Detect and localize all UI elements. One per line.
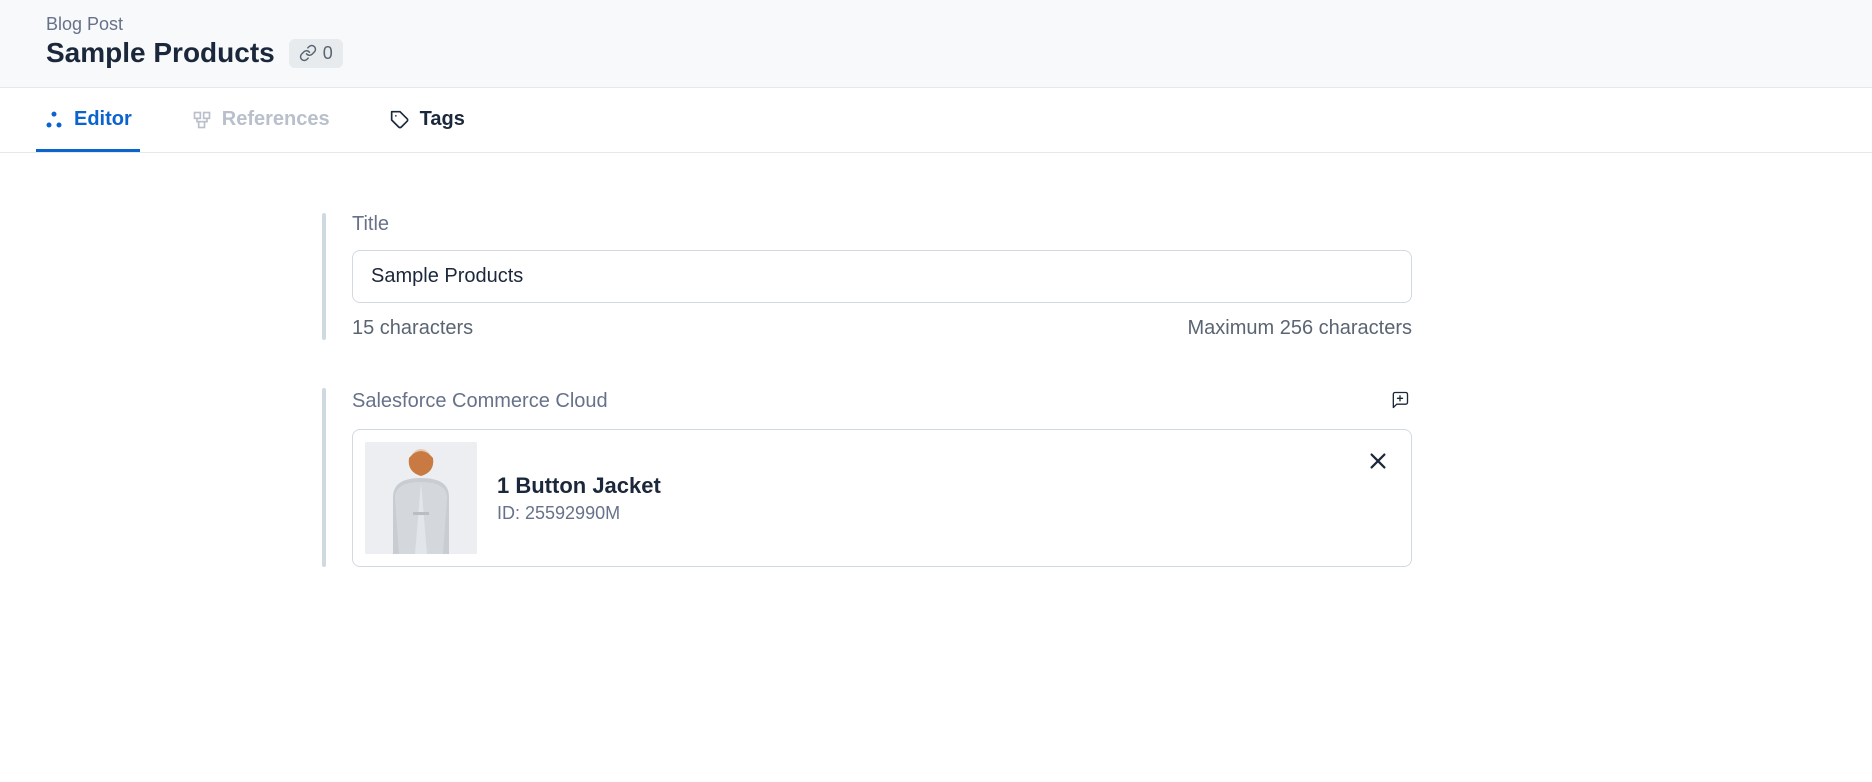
- commerce-field-label: Salesforce Commerce Cloud: [352, 390, 608, 413]
- incoming-links-badge[interactable]: 0: [289, 39, 343, 68]
- commerce-entry-card[interactable]: 1 Button Jacket ID: 25592990M: [352, 429, 1412, 567]
- entry-text: 1 Button Jacket ID: 25592990M: [497, 473, 1343, 524]
- title-field-label: Title: [352, 213, 1412, 236]
- references-icon: [192, 110, 212, 130]
- remove-entry-button[interactable]: [1363, 446, 1393, 479]
- add-entry-button[interactable]: [1388, 388, 1412, 415]
- incoming-links-count: 0: [323, 43, 333, 64]
- tab-references-label: References: [222, 108, 330, 131]
- close-icon: [1367, 450, 1389, 472]
- breadcrumb: Blog Post Sample Products 0: [46, 14, 1872, 69]
- entry-title: 1 Button Jacket: [497, 473, 1343, 499]
- commerce-field: Salesforce Commerce Cloud: [0, 388, 1420, 567]
- add-comment-icon: [1390, 390, 1410, 410]
- tab-editor[interactable]: Editor: [36, 88, 140, 152]
- tabs: Editor References Tags: [0, 88, 1872, 153]
- entry-thumbnail: [365, 442, 477, 554]
- tab-tags-label: Tags: [420, 108, 465, 131]
- tab-references: References: [184, 88, 338, 152]
- field-indicator: [322, 388, 326, 567]
- content-type-label: Blog Post: [46, 14, 343, 35]
- title-max-chars: Maximum 256 characters: [1187, 317, 1412, 340]
- entry-id: ID: 25592990M: [497, 503, 1343, 524]
- editor-form: Title 15 characters Maximum 256 characte…: [0, 153, 1420, 655]
- title-field: Title 15 characters Maximum 256 characte…: [0, 213, 1420, 340]
- editor-icon: [44, 110, 64, 130]
- page-title: Sample Products: [46, 37, 275, 69]
- tab-tags[interactable]: Tags: [382, 88, 473, 152]
- tags-icon: [390, 110, 410, 130]
- tab-editor-label: Editor: [74, 108, 132, 131]
- title-input[interactable]: [352, 250, 1412, 303]
- page-header: Blog Post Sample Products 0: [0, 0, 1872, 88]
- link-icon: [299, 44, 317, 62]
- title-char-count: 15 characters: [352, 317, 473, 340]
- field-indicator: [322, 213, 326, 340]
